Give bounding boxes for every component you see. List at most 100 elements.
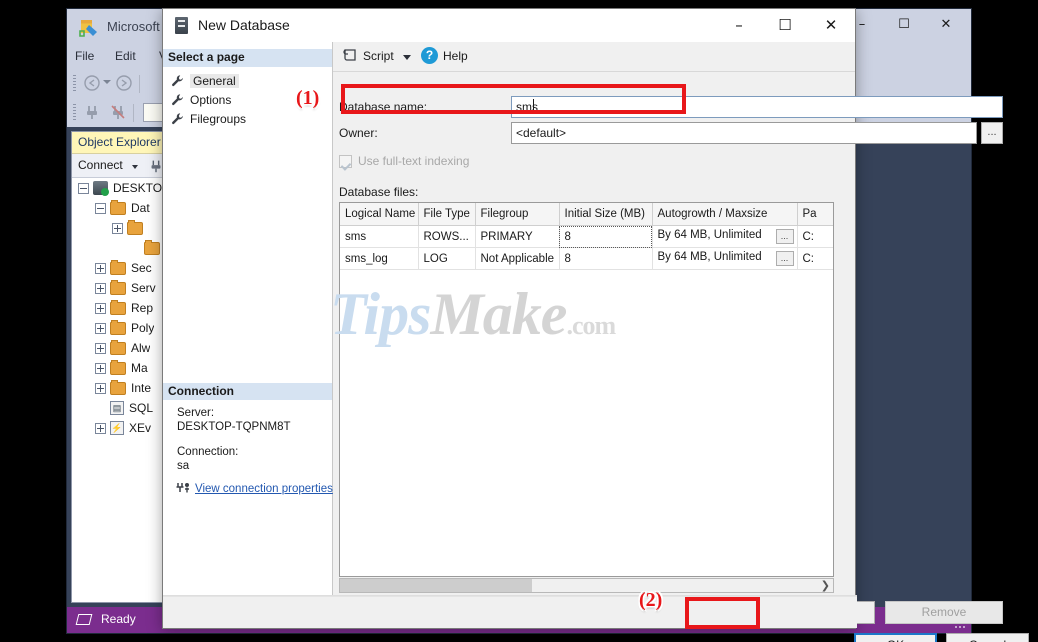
scrollbar-thumb[interactable] [340,579,532,592]
connection-properties-icon [175,482,191,496]
dialog-left-pane: Select a page General Options Filegroups [163,42,333,628]
cell-filegroup[interactable]: Not Applicable [475,248,559,270]
sidebar-item-filegroups[interactable]: Filegroups [171,110,246,127]
cell-file-type[interactable]: LOG [418,248,475,270]
collapse-icon[interactable] [95,203,106,214]
sql-agent-icon: ▤ [110,401,124,415]
expand-icon[interactable] [95,423,106,434]
database-files-grid[interactable]: Logical Name File Type Filegroup Initial… [339,202,834,577]
cell-filegroup[interactable]: PRIMARY [475,226,559,248]
fulltext-indexing-checkbox [339,155,352,168]
table-row[interactable]: smsROWS...PRIMARY8...By 64 MB, Unlimited… [340,226,834,248]
ssms-close-button[interactable]: ✕ [925,9,967,39]
status-text: Ready [101,612,136,626]
cell-path[interactable]: C: [797,226,834,248]
column-header-path[interactable]: Pa [797,203,834,226]
screen-root: Microsoft SQL Server Management Studio –… [0,0,1038,642]
column-header-filegroup[interactable]: Filegroup [475,203,559,226]
owner-input[interactable]: <default> [511,122,977,144]
dialog-toolbar: Script ? Help [333,42,855,72]
chevron-down-icon[interactable] [132,165,138,169]
expand-icon[interactable] [95,363,106,374]
server-value: DESKTOP-TQPNM8T [177,421,291,433]
cancel-button[interactable]: Cancel [946,633,1029,642]
database-name-input[interactable]: sms [511,96,1003,118]
scroll-right-icon[interactable]: ❯ [821,579,830,592]
toolbar-grip[interactable] [73,75,76,93]
ssms-maximize-button[interactable]: ☐ [883,9,925,39]
database-files-horizontal-scrollbar[interactable]: ❯ [339,578,834,593]
sidebar-item-label: Options [190,93,231,107]
table-header-row: Logical Name File Type Filegroup Initial… [340,203,834,226]
menu-file[interactable]: File [75,49,94,63]
cell-logical-name[interactable]: sms [340,226,418,248]
navigate-back-icon[interactable] [83,74,101,92]
database-files-label: Database files: [339,185,418,199]
folder-icon [110,382,126,395]
toolbar-separator-2 [133,104,134,122]
folder-icon [110,302,126,315]
column-header-logical-name[interactable]: Logical Name [340,203,418,226]
help-question-icon[interactable]: ? [421,47,438,64]
expand-icon[interactable] [95,323,106,334]
cell-initial-size[interactable]: 8 [559,226,652,248]
expand-icon[interactable] [95,263,106,274]
server-label: Server: [177,407,214,419]
autogrowth-text: By 64 MB, Unlimited [658,251,762,263]
script-button-label[interactable]: Script [363,49,394,63]
ok-button[interactable]: OK [854,633,937,642]
column-header-initial-size[interactable]: Initial Size (MB) [559,203,652,226]
disconnect-plug-icon[interactable] [109,103,127,121]
expand-icon[interactable] [95,303,106,314]
column-header-autogrowth[interactable]: Autogrowth / Maxsize [652,203,797,226]
navigate-forward-icon[interactable] [115,74,133,92]
database-files-table: Logical Name File Type Filegroup Initial… [340,203,834,270]
table-row[interactable]: sms_logLOGNot Applicable8... By 64 MB, Un… [340,248,834,270]
sidebar-item-label: General [190,74,239,88]
help-button-label[interactable]: Help [443,49,468,63]
toolbar-grip-2[interactable] [73,104,76,122]
menu-edit[interactable]: Edit [115,49,136,63]
dialog-maximize-button[interactable]: ☐ [762,9,808,41]
connect-button[interactable]: Connect [78,158,123,172]
cell-autogrowth[interactable]: ... By 64 MB, Unlimited [652,248,797,270]
expand-icon[interactable] [95,283,106,294]
sidebar-item-general[interactable]: General [171,72,239,89]
dialog-minimize-button[interactable]: – [716,9,762,41]
owner-browse-button[interactable]: ... [981,122,1003,144]
expand-icon[interactable] [112,223,123,234]
cell-file-type[interactable]: ROWS... [418,226,475,248]
wrench-icon [171,93,185,107]
cell-autogrowth[interactable]: ...By 64 MB, Unlimited [652,226,797,248]
autogrowth-browse-button[interactable]: ... [776,229,794,244]
wrench-icon [171,74,185,88]
connection-label: Connection: [177,446,238,458]
view-connection-properties-link[interactable]: View connection properties [195,483,333,495]
script-icon[interactable] [343,48,358,63]
tree-node-label: XEv [129,421,151,435]
folder-icon [110,342,126,355]
text-cursor [533,99,534,114]
chevron-down-icon[interactable] [403,55,411,60]
connection-section-header: Connection [163,383,332,400]
expand-icon[interactable] [95,383,106,394]
connect-plug-icon[interactable] [83,103,101,121]
server-icon [93,181,108,195]
database-name-label: Database name: [339,100,427,114]
dialog-footer [163,596,857,628]
collapse-icon[interactable] [78,183,89,194]
wrench-icon [171,112,185,126]
connection-value: sa [177,460,189,472]
cell-path[interactable]: C: [797,248,834,270]
dialog-close-button[interactable]: ✕ [808,9,854,41]
expand-icon[interactable] [95,343,106,354]
autogrowth-browse-button[interactable]: ... [776,251,794,266]
cell-logical-name[interactable]: sms_log [340,248,418,270]
back-dropdown-arrow-icon[interactable] [103,80,111,84]
column-header-file-type[interactable]: File Type [418,203,475,226]
sidebar-item-options[interactable]: Options [171,91,231,108]
folder-icon [110,202,126,215]
cell-initial-size[interactable]: 8 [559,248,652,270]
status-parallelogram-icon [76,614,93,625]
dialog-titlebar: New Database – ☐ ✕ [163,9,855,42]
